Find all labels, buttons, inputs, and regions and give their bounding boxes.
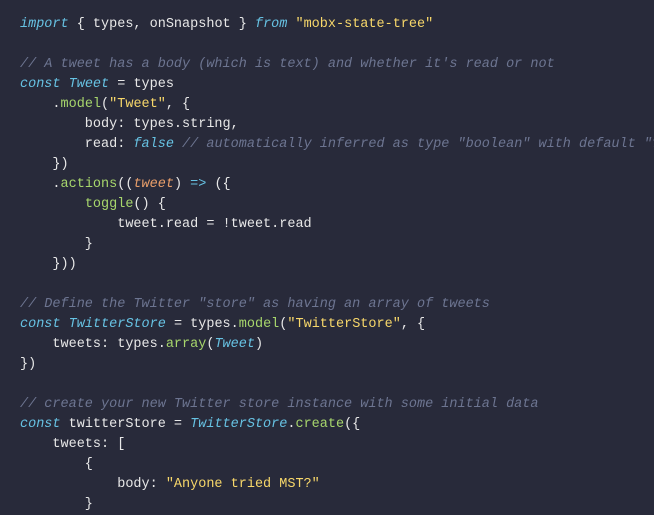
code-text: , { bbox=[401, 317, 425, 332]
code-text: = types bbox=[109, 77, 174, 92]
arrow: => bbox=[190, 177, 206, 192]
code-text: read: bbox=[20, 137, 133, 152]
class-name: TwitterStore bbox=[69, 317, 166, 332]
comment: // A tweet has a body (which is text) an… bbox=[20, 55, 634, 75]
keyword: const bbox=[20, 77, 61, 92]
code-text: { bbox=[20, 457, 93, 472]
code-text: body: bbox=[20, 477, 166, 492]
code-text: , { bbox=[166, 97, 190, 112]
comment: // automatically inferred as type "boole… bbox=[182, 137, 654, 152]
comment: // Define the Twitter "store" as having … bbox=[20, 295, 634, 315]
class-name: TwitterStore bbox=[190, 417, 287, 432]
keyword: const bbox=[20, 417, 61, 432]
function-name: model bbox=[239, 317, 280, 332]
code-line: })) bbox=[20, 255, 634, 275]
code-line: .model("Tweet", { bbox=[20, 95, 634, 115]
code-text: () { bbox=[133, 197, 165, 212]
code-line: tweet.read = !tweet.read bbox=[20, 215, 634, 235]
parameter: tweet bbox=[133, 177, 174, 192]
code-text: } bbox=[20, 497, 93, 512]
code-line: const twitterStore = TwitterStore.create… bbox=[20, 415, 634, 435]
code-text: } bbox=[20, 237, 93, 252]
code-line: toggle() { bbox=[20, 195, 634, 215]
code-text: ) bbox=[255, 337, 263, 352]
code-line: body: "Anyone tried MST?" bbox=[20, 475, 634, 495]
blank-line bbox=[20, 375, 634, 395]
code-line: const Tweet = types bbox=[20, 75, 634, 95]
code-text: . bbox=[20, 97, 61, 112]
code-line: } bbox=[20, 495, 634, 515]
import-clause: { types, onSnapshot } bbox=[77, 17, 247, 32]
function-name: actions bbox=[61, 177, 118, 192]
function-name: create bbox=[295, 417, 344, 432]
code-line: { bbox=[20, 455, 634, 475]
code-line: tweets: [ bbox=[20, 435, 634, 455]
comment: // create your new Twitter store instanc… bbox=[20, 395, 634, 415]
boolean-literal: false bbox=[133, 137, 174, 152]
string-literal: "Tweet" bbox=[109, 97, 166, 112]
function-name: array bbox=[166, 337, 207, 352]
code-text: tweets: types. bbox=[20, 337, 166, 352]
code-line: read: false // automatically inferred as… bbox=[20, 135, 634, 155]
keyword: from bbox=[255, 17, 287, 32]
keyword: const bbox=[20, 317, 61, 332]
code-text: = types. bbox=[166, 317, 239, 332]
code-text: . bbox=[20, 177, 61, 192]
code-text: }) bbox=[20, 157, 69, 172]
keyword: import bbox=[20, 17, 69, 32]
code-line: }) bbox=[20, 155, 634, 175]
code-text: tweet.read = !tweet.read bbox=[20, 217, 312, 232]
code-text: body: types.string, bbox=[20, 117, 239, 132]
code-text bbox=[20, 197, 85, 212]
code-text: })) bbox=[20, 257, 77, 272]
string-literal: "mobx-state-tree" bbox=[295, 17, 433, 32]
code-line: tweets: types.array(Tweet) bbox=[20, 335, 634, 355]
code-block: import { types, onSnapshot } from "mobx-… bbox=[20, 15, 634, 515]
function-name: model bbox=[61, 97, 102, 112]
code-text: ({ bbox=[344, 417, 360, 432]
string-literal: "Anyone tried MST?" bbox=[166, 477, 320, 492]
blank-line bbox=[20, 275, 634, 295]
code-line: import { types, onSnapshot } from "mobx-… bbox=[20, 15, 634, 35]
code-line: }) bbox=[20, 355, 634, 375]
class-name: Tweet bbox=[214, 337, 255, 352]
code-text: ({ bbox=[206, 177, 230, 192]
class-name: Tweet bbox=[69, 77, 110, 92]
function-name: toggle bbox=[85, 197, 134, 212]
code-text: twitterStore = bbox=[61, 417, 191, 432]
code-line: } bbox=[20, 235, 634, 255]
code-line: body: types.string, bbox=[20, 115, 634, 135]
code-text: ) bbox=[174, 177, 190, 192]
code-text bbox=[174, 137, 182, 152]
code-text: tweets: [ bbox=[20, 437, 125, 452]
blank-line bbox=[20, 35, 634, 55]
code-text: ( bbox=[101, 97, 109, 112]
string-literal: "TwitterStore" bbox=[287, 317, 400, 332]
code-line: const TwitterStore = types.model("Twitte… bbox=[20, 315, 634, 335]
code-text: }) bbox=[20, 357, 36, 372]
code-line: .actions((tweet) => ({ bbox=[20, 175, 634, 195]
code-text: (( bbox=[117, 177, 133, 192]
